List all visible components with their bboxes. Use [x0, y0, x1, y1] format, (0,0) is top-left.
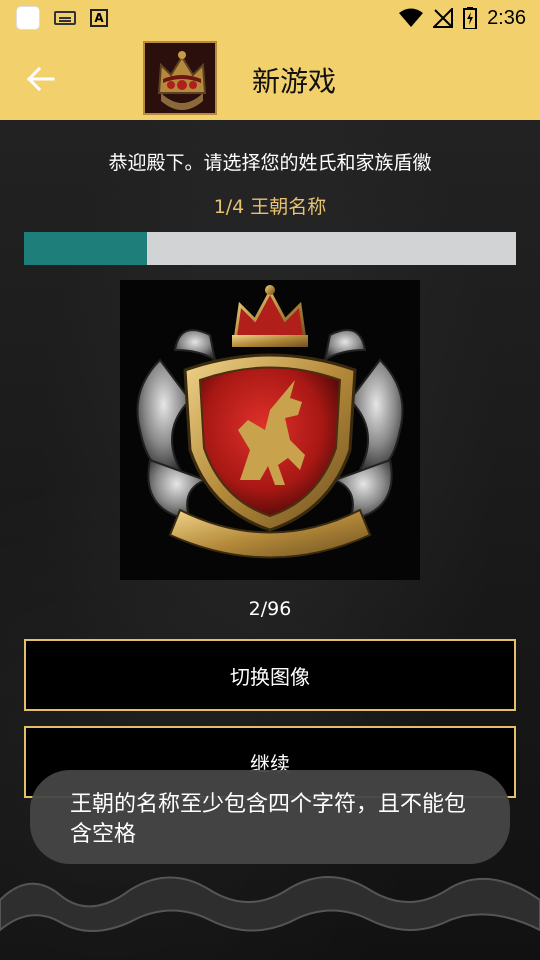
banner-decoration	[0, 876, 540, 932]
step-label: 1/4 王朝名称	[213, 196, 327, 218]
status-bar: A 2:36	[0, 0, 540, 36]
crest-image	[120, 280, 420, 580]
clock: 2:36	[487, 6, 526, 29]
wifi-icon	[399, 8, 424, 27]
battery-charging-icon	[463, 7, 478, 29]
crest-counter: 2/96	[248, 598, 292, 620]
arrow-left-icon	[27, 67, 55, 91]
app-icon	[16, 6, 40, 30]
no-signal-icon	[433, 8, 454, 28]
keyboard-icon	[54, 11, 76, 25]
back-button[interactable]	[24, 62, 58, 96]
progress-fill	[24, 232, 147, 265]
progress-bar	[24, 232, 516, 265]
app-bar: 新游戏	[0, 36, 540, 120]
greeting-text: 恭迎殿下。请选择您的姓氏和家族盾徽	[108, 152, 432, 174]
page-title: 新游戏	[252, 65, 337, 98]
font-a-icon: A	[90, 9, 108, 27]
switch-image-button[interactable]: 切换图像	[24, 639, 516, 711]
crown-avatar	[143, 41, 217, 115]
toast-message: 王朝的名称至少包含四个字符，且不能包含空格	[30, 770, 510, 864]
